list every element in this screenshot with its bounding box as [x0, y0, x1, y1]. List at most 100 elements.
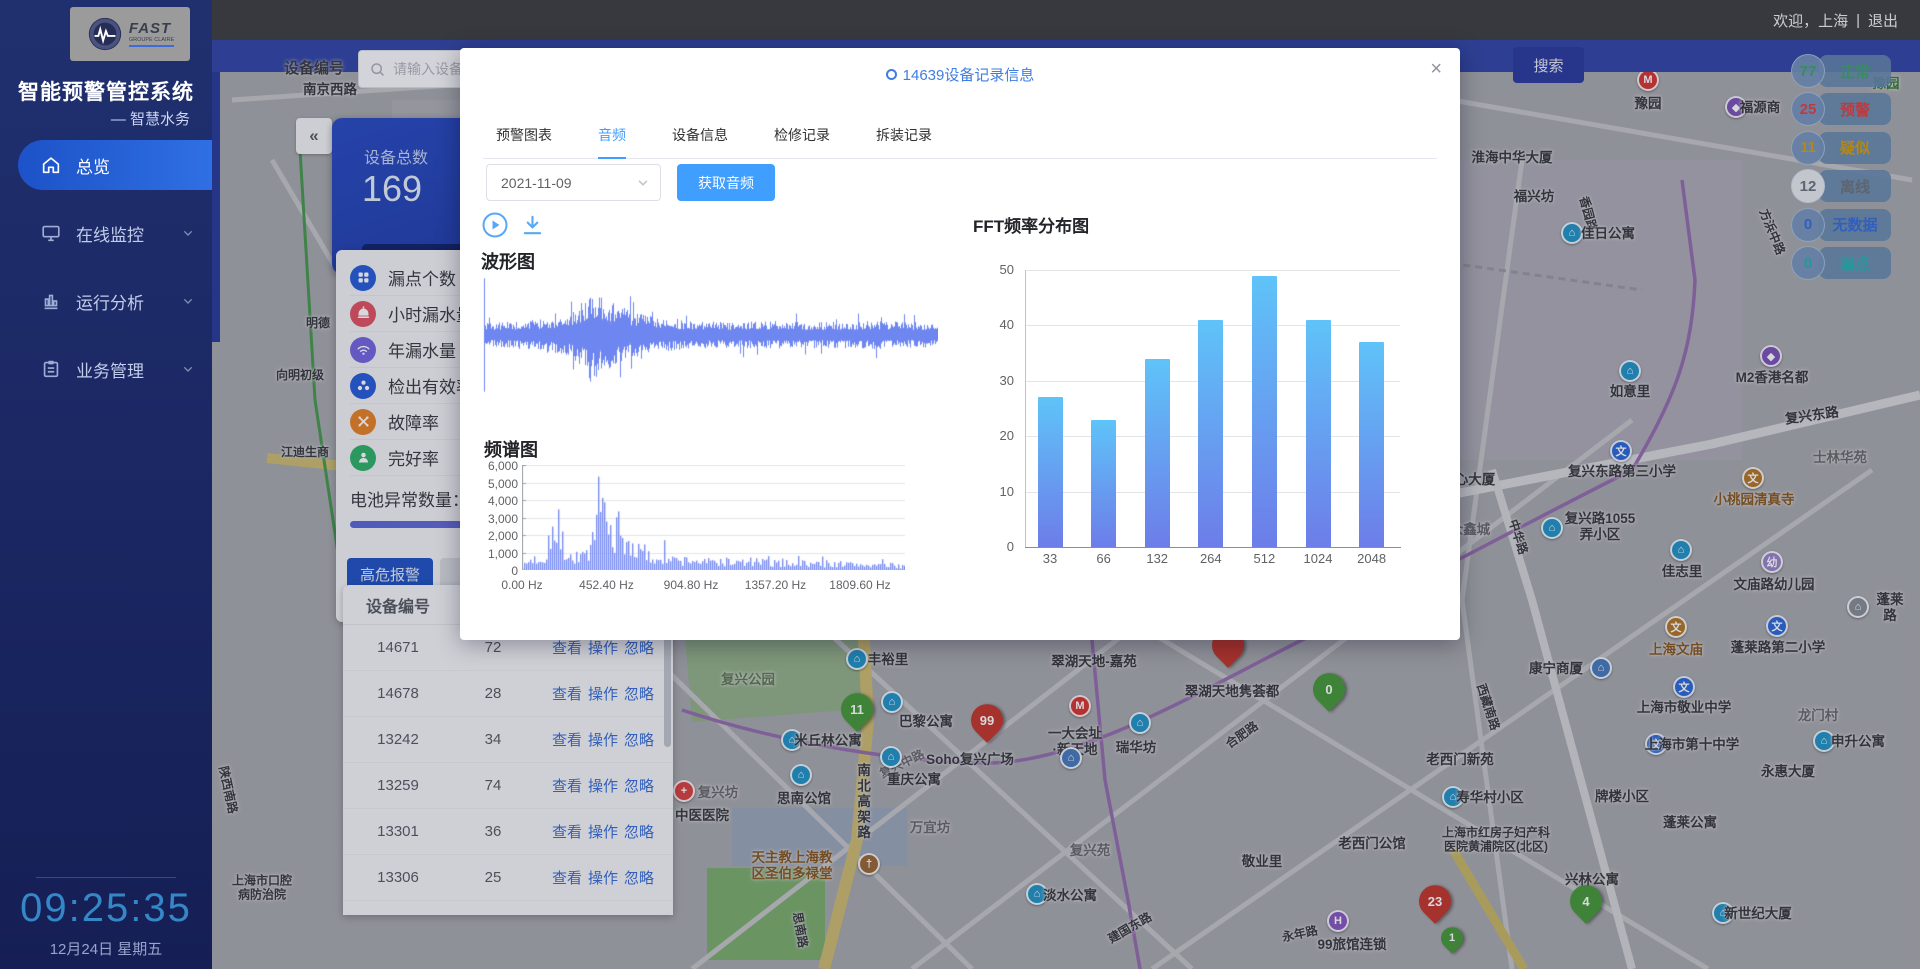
map-label: 江迪生商 — [281, 445, 329, 459]
device-no-label: 设备编号 — [284, 57, 344, 78]
building-poi-icon: ⌂ — [1541, 517, 1563, 539]
fetch-audio-button[interactable]: 获取音频 — [677, 164, 775, 201]
spectrum-x-tick: 0.00 Hz — [501, 578, 542, 592]
spectrum-y-tick: 4,000 — [474, 494, 518, 508]
hospital-poi-icon: + — [673, 780, 695, 802]
action-link[interactable]: 操作 — [588, 640, 618, 657]
action-link[interactable]: 操作 — [588, 732, 618, 749]
map-label: 南北高架路 — [854, 763, 870, 841]
fft-x-tick: 264 — [1200, 551, 1222, 566]
stat-label: 年漏水量 — [388, 337, 456, 362]
stat-label: 完好率 — [388, 445, 439, 470]
spectrum-y-tick: 3,000 — [474, 512, 518, 526]
table-row: 1324234查看操作忽略 — [343, 717, 673, 763]
close-icon[interactable]: × — [1430, 58, 1442, 81]
tab-音频[interactable]: 音频 — [598, 120, 626, 159]
metro-poi-icon: M — [1637, 69, 1659, 91]
fft-x-tick: 66 — [1096, 551, 1110, 566]
app-subtitle: — 智慧水务 — [111, 108, 190, 129]
map-pin-99[interactable]: 99 — [964, 698, 1009, 743]
action-link[interactable]: 查看 — [552, 824, 582, 841]
building-poi-icon: ⌂ — [1026, 883, 1048, 905]
action-link[interactable]: 操作 — [588, 824, 618, 841]
action-link[interactable]: 忽略 — [624, 870, 654, 887]
tab-设备信息[interactable]: 设备信息 — [672, 120, 728, 159]
search-button[interactable]: 搜索 — [1513, 47, 1584, 83]
map-label: 陕西南路 — [216, 765, 240, 815]
actions-cell: 查看操作忽略 — [533, 637, 673, 658]
sidebar-item-4[interactable]: 业务管理 — [0, 344, 212, 394]
badge-count: 12 — [1791, 169, 1825, 203]
action-link[interactable]: 忽略 — [624, 686, 654, 703]
tab-检修记录[interactable]: 检修记录 — [774, 120, 830, 159]
panel-collapse-button[interactable]: « — [296, 118, 332, 154]
badge-label: 预警 — [1819, 93, 1891, 125]
building-poi-icon: ⌂ — [1442, 786, 1464, 808]
sidebar: FAST GROUPE CLAIRE 智能预警管控系统 — 智慧水务 总览在线监… — [0, 0, 212, 969]
group-icon — [350, 373, 376, 399]
spectrum-chart — [522, 465, 905, 570]
map-label: 康宁商厦 — [1529, 661, 1583, 677]
alarm-value-cell: 74 — [453, 777, 533, 794]
action-link[interactable]: 忽略 — [624, 824, 654, 841]
app-title: 智能预警管控系统 — [0, 76, 212, 106]
download-audio-icon[interactable] — [520, 213, 545, 238]
action-link[interactable]: 操作 — [588, 870, 618, 887]
sidebar-menu: 总览在线监控运行分析业务管理 — [0, 140, 212, 412]
map-label: Soho复兴广场 — [926, 752, 1014, 768]
spectrum-x-tick: 904.80 Hz — [664, 578, 719, 592]
spectrum-y-tick: 1,000 — [474, 547, 518, 561]
spectrum-y-tick: 0 — [474, 564, 518, 578]
map-pin-0[interactable]: 0 — [1306, 667, 1351, 712]
building-poi-icon: ⌂ — [1561, 222, 1583, 244]
map-label: 南京西路 — [303, 82, 357, 98]
action-link[interactable]: 查看 — [552, 640, 582, 657]
device-id-cell: 13306 — [343, 869, 453, 886]
table-scrollbar[interactable] — [664, 629, 671, 747]
action-link[interactable]: 忽略 — [624, 732, 654, 749]
map-label: 文庙路幼儿园 — [1734, 577, 1815, 593]
building-poi-icon: ⌂ — [1712, 902, 1734, 924]
fft-x-tick: 512 — [1254, 551, 1276, 566]
tab-拆装记录[interactable]: 拆装记录 — [876, 120, 932, 159]
date-select[interactable]: 2021-11-09 — [486, 164, 661, 201]
map-pin-1[interactable]: 1 — [1436, 923, 1467, 954]
actions-cell: 查看操作忽略 — [533, 729, 673, 750]
logout-link[interactable]: 退出 — [1868, 10, 1898, 31]
action-link[interactable]: 忽略 — [624, 778, 654, 795]
spectrum-y-tick: 6,000 — [474, 459, 518, 473]
map-label: 老西门新苑 — [1426, 752, 1494, 768]
sidebar-item-2[interactable]: 在线监控 — [0, 208, 212, 258]
map-label: 上海市敬业中学 — [1637, 700, 1732, 716]
map-label: 蓬莱公寓 — [1663, 815, 1717, 831]
chevron-down-icon — [636, 176, 650, 190]
tab-预警图表[interactable]: 预警图表 — [496, 120, 552, 159]
table-row: 1330625 查看操作忽略 — [343, 855, 673, 901]
action-link[interactable]: 查看 — [552, 732, 582, 749]
sidebar-item-3[interactable]: 运行分析 — [0, 276, 212, 326]
action-link[interactable]: 忽略 — [624, 640, 654, 657]
map-label: 蓬莱路 — [1875, 592, 1905, 624]
alarm-value-cell: 25 — [453, 869, 533, 886]
device-total-value: 169 — [362, 168, 422, 210]
map-pin-23[interactable]: 23 — [1412, 879, 1457, 924]
modal-tabs: 预警图表 音频 设备信息 检修记录 拆装记录 — [483, 120, 1437, 159]
sidebar-item-1[interactable]: 总览 — [18, 140, 212, 190]
map-pin-11[interactable]: 11 — [834, 687, 879, 732]
action-link[interactable]: 操作 — [588, 778, 618, 795]
action-link[interactable]: 查看 — [552, 870, 582, 887]
clock-date: 12月24日 星期五 — [0, 938, 212, 959]
person-icon — [350, 445, 376, 471]
table-header-cell: 设备编号 — [343, 593, 453, 617]
action-link[interactable]: 查看 — [552, 778, 582, 795]
map-label: 福兴坊 — [1514, 189, 1555, 205]
play-audio-icon[interactable] — [482, 212, 508, 238]
sidebar-item-label: 业务管理 — [76, 357, 144, 382]
action-link[interactable]: 查看 — [552, 686, 582, 703]
map-pin-4[interactable]: 4 — [1563, 879, 1608, 924]
badge-count: 11 — [1791, 131, 1825, 165]
device-id-cell: 13301 — [343, 823, 453, 840]
device-total-label: 设备总数 — [364, 144, 428, 168]
action-link[interactable]: 操作 — [588, 686, 618, 703]
map-label: 新世纪大厦 — [1724, 906, 1792, 922]
